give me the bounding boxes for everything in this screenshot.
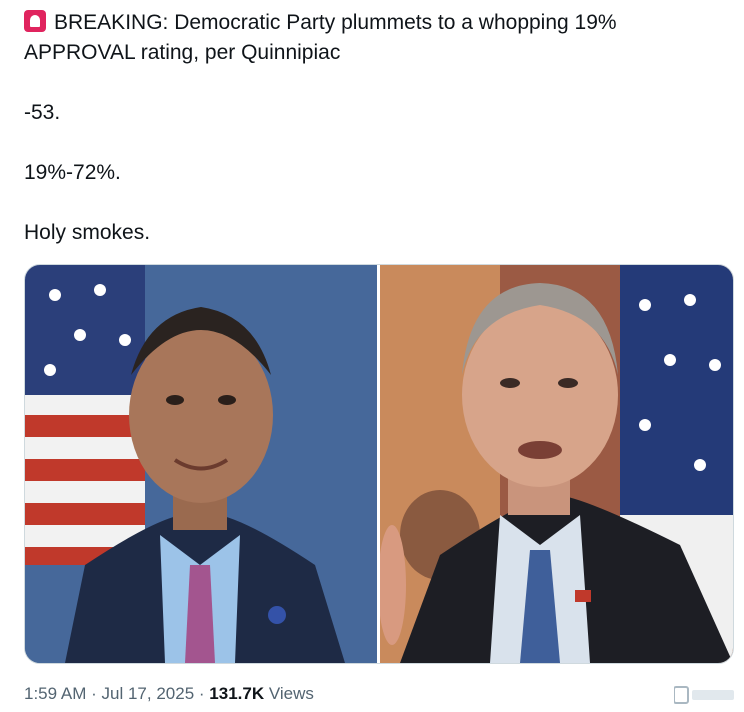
tweet-line-4: 19%-72%. (24, 161, 121, 184)
tweet-headline: BREAKING: Democratic Party plummets to a… (54, 11, 617, 34)
photo-left[interactable] (25, 265, 377, 663)
tweet-line-1: BREAKING: Democratic Party plummets to a… (24, 8, 724, 38)
photo-left-image (25, 265, 377, 663)
views-count: 131.7K (209, 684, 265, 703)
meta-separator: · (198, 684, 205, 703)
views-label: Views (268, 684, 314, 703)
tweet-media[interactable] (24, 264, 734, 664)
tweet-line-5: Holy smokes. (24, 221, 151, 244)
photo-right[interactable] (380, 265, 733, 663)
tweet-date[interactable]: Jul 17, 2025 (102, 684, 195, 703)
meta-separator: · (91, 684, 97, 703)
rotating-light-icon (24, 10, 46, 32)
tweet-text: BREAKING: Democratic Party plummets to a… (24, 8, 724, 248)
tweet-line-3: -53. (24, 101, 61, 124)
photo-right-image (380, 265, 733, 663)
watermark-icon (674, 686, 734, 704)
tweet-line-2: APPROVAL rating, per Quinnipiac (24, 41, 341, 64)
tweet-meta: 1:59 AM · Jul 17, 2025 · 131.7K Views (24, 684, 314, 704)
tweet-time[interactable]: 1:59 AM (24, 684, 86, 703)
